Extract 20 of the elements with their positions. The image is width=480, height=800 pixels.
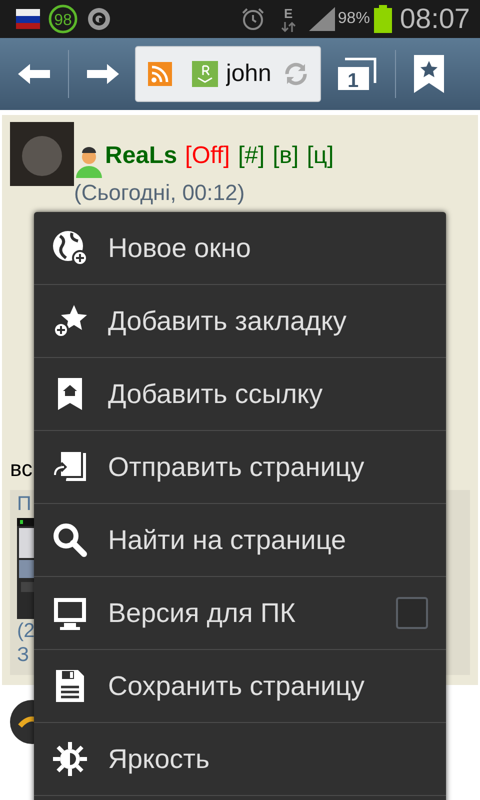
menu-item[interactable]: Найти на странице — [34, 504, 446, 577]
menu-item[interactable]: Яркость — [34, 723, 446, 796]
menu-item[interactable]: Добавить ссылку — [34, 358, 446, 431]
tag-link[interactable]: [в] — [272, 142, 299, 170]
badge-icon: 98 — [48, 4, 78, 34]
post-text: вс — [10, 456, 32, 482]
menu-item[interactable]: Отправить страницу — [34, 431, 446, 504]
clock-time: 08:07 — [400, 3, 470, 35]
tag-link[interactable]: [#] — [238, 142, 265, 170]
quote-text: (2 — [17, 619, 36, 643]
battery-percent: 98% — [338, 10, 370, 28]
tag-link[interactable]: [ц] — [306, 142, 334, 170]
menu-item[interactable]: Сохранить страницу — [34, 650, 446, 723]
tabs-button[interactable]: 1 — [331, 51, 383, 97]
menu-item[interactable]: Версия для ПК — [34, 577, 446, 650]
menu-item[interactable]: Новое окно — [34, 212, 446, 285]
author-name[interactable]: ReaLs — [105, 142, 178, 170]
menu-item[interactable]: Добавить закладку — [34, 285, 446, 358]
quote-text: З — [17, 643, 30, 667]
post-date: (Сьогодні, 00:12) — [74, 180, 246, 206]
